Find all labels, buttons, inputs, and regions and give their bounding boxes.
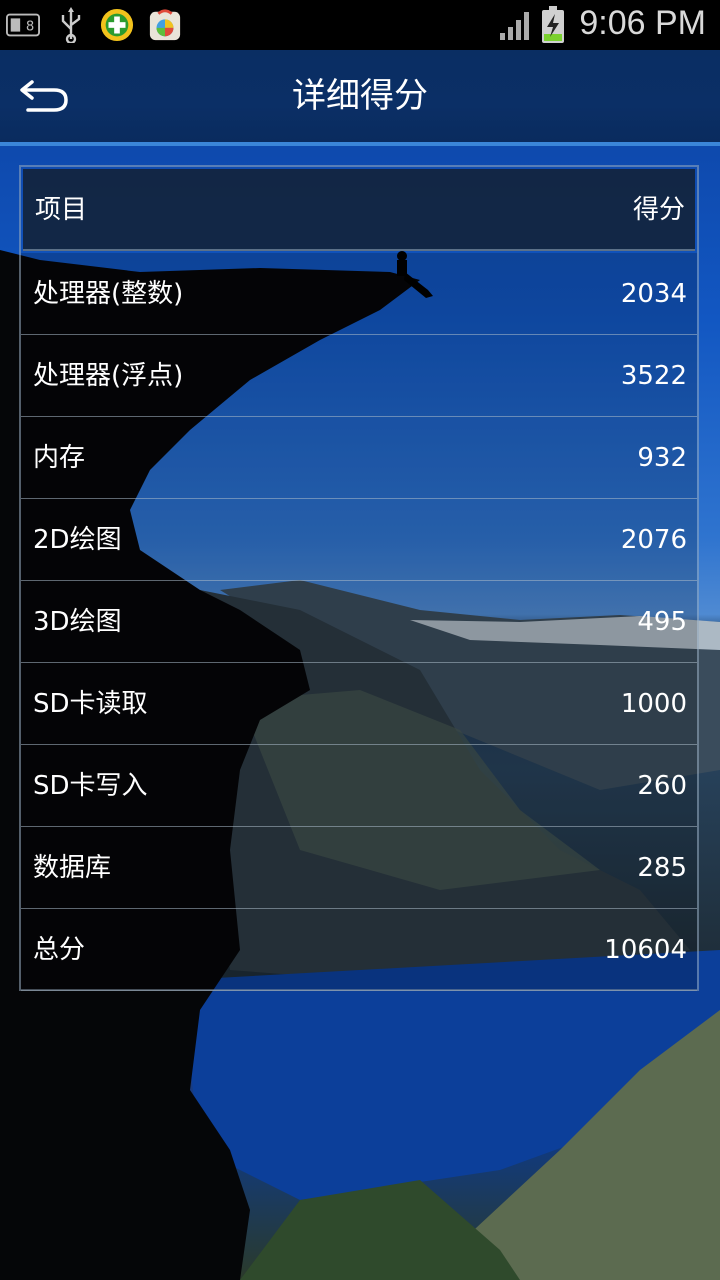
app-plus-icon (100, 8, 134, 42)
title-bar-accent-line (0, 142, 720, 146)
table-row-total: 总分 10604 (21, 909, 697, 991)
row-score-value: 285 (637, 853, 687, 883)
sim-card-icon: 8 (6, 8, 40, 42)
row-item-label: 处理器(整数) (33, 279, 184, 309)
row-score-value: 1000 (620, 689, 687, 719)
column-header-score: 得分 (632, 195, 685, 225)
app-store-icon (148, 8, 182, 42)
status-bar: 8 9:06 PM (0, 0, 720, 50)
table-row: 3D绘图 495 (21, 581, 697, 663)
table-row: SD卡写入 260 (21, 745, 697, 827)
row-item-label: 总分 (33, 935, 86, 965)
svg-text:8: 8 (26, 20, 34, 35)
table-row: 内存 932 (21, 417, 697, 499)
row-item-label: 3D绘图 (33, 607, 122, 637)
clock-time: 9:06 PM (579, 4, 706, 42)
table-header: 项目 得分 (23, 169, 695, 251)
table-row: SD卡读取 1000 (21, 663, 697, 745)
row-score-value: 260 (637, 771, 687, 801)
row-item-label: SD卡写入 (33, 771, 148, 801)
row-item-label: 数据库 (33, 853, 112, 883)
row-item-label: 内存 (33, 443, 86, 473)
row-score-value: 3522 (620, 361, 687, 391)
row-item-label: 处理器(浮点) (33, 361, 184, 391)
score-table: 项目 得分 处理器(整数) 2034 处理器(浮点) 3522 内存 932 2… (19, 165, 699, 991)
battery-charging-icon (538, 6, 568, 43)
table-row: 2D绘图 2076 (21, 499, 697, 581)
row-score-value: 2076 (620, 525, 687, 555)
column-header-item: 项目 (35, 195, 88, 225)
row-item-label: SD卡读取 (33, 689, 148, 719)
signal-icon (496, 8, 536, 42)
usb-icon (54, 7, 88, 43)
page-title: 详细得分 (292, 76, 428, 116)
table-row: 数据库 285 (21, 827, 697, 909)
row-item-label: 2D绘图 (33, 525, 122, 555)
row-score-value: 495 (637, 607, 687, 637)
row-score-value: 932 (637, 443, 687, 473)
row-score-value: 10604 (604, 935, 687, 965)
table-row: 处理器(整数) 2034 (21, 253, 697, 335)
screen: 8 9:06 PM 详细得分 项目 得分 处理器(整数) 2034 处理器(浮点… (0, 0, 720, 1280)
title-bar: 详细得分 (0, 50, 720, 146)
row-score-value: 2034 (620, 279, 687, 309)
back-button[interactable] (14, 70, 74, 122)
back-arrow-icon (20, 80, 68, 112)
table-row: 处理器(浮点) 3522 (21, 335, 697, 417)
